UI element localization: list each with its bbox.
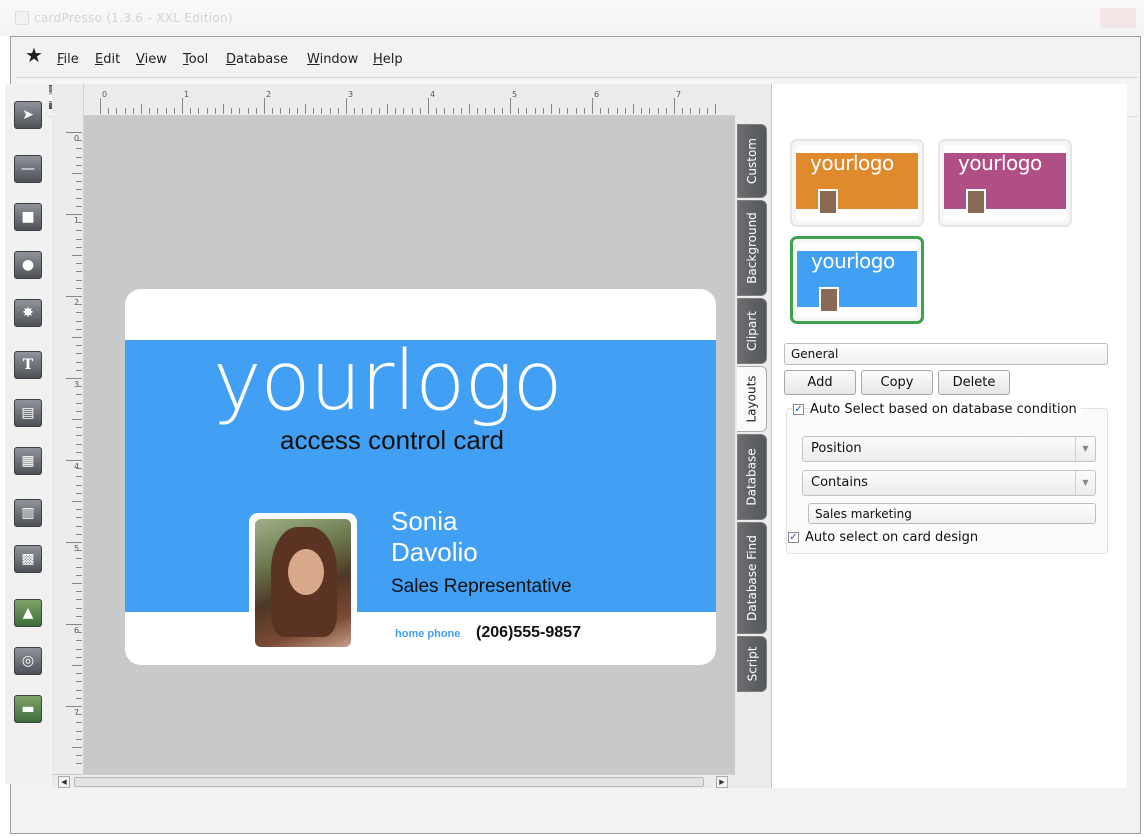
menu-bar: ★ File Edit View Tool Database Window He…: [11, 43, 1140, 71]
chevron-down-icon: ▼: [1075, 437, 1095, 461]
menu-tool[interactable]: Tool: [183, 52, 208, 67]
ruler-label: 2: [74, 298, 80, 307]
card-phone-value[interactable]: (206)555-9857: [476, 624, 581, 642]
menu-help[interactable]: Help: [373, 52, 403, 67]
scroll-right-button[interactable]: ▶: [716, 776, 728, 788]
ruler-label: 5: [512, 90, 518, 99]
ellipse-icon[interactable]: ●: [13, 250, 43, 280]
card-first-name[interactable]: Sonia: [391, 506, 458, 537]
delete-button[interactable]: Delete: [938, 370, 1010, 395]
line-icon[interactable]: —: [13, 154, 43, 184]
horizontal-ruler: mm 01234567: [52, 84, 735, 116]
ruler-label: 0: [102, 90, 108, 99]
ruler-label: 3: [74, 380, 80, 389]
auto-select-db-label: Auto Select based on database condition: [810, 402, 1081, 417]
tab-database-find[interactable]: Database Find: [737, 522, 767, 634]
layout-thumbnail-blue[interactable]: yourlogo: [790, 236, 924, 324]
close-window-button[interactable]: [1100, 8, 1136, 28]
ruler-label: 6: [74, 626, 80, 635]
app-icon: [15, 11, 29, 25]
scroll-left-button[interactable]: ◀: [58, 776, 70, 788]
vertical-ruler: 0 1 2 3 4 5 6 7: [52, 84, 84, 774]
horizontal-scrollbar[interactable]: ◀ ▶: [52, 774, 735, 788]
card-logo[interactable]: yourlogo: [213, 334, 563, 429]
menu-edit[interactable]: Edit: [95, 52, 120, 67]
tab-script[interactable]: Script: [737, 636, 767, 692]
auto-select-db-checkbox[interactable]: ✓: [793, 404, 804, 415]
card-phone-label[interactable]: home phone: [395, 628, 460, 640]
design-canvas[interactable]: mm 01234567 01234567 yourlogo access con…: [52, 84, 735, 774]
text-icon[interactable]: T: [13, 350, 43, 380]
star-shape-icon[interactable]: ✸: [13, 298, 43, 328]
tab-custom[interactable]: Custom: [737, 124, 767, 198]
image-icon[interactable]: ▬: [13, 694, 43, 724]
rectangle-icon[interactable]: ■: [13, 202, 43, 232]
menu-database[interactable]: Database: [226, 52, 288, 67]
tools-panel: ➤ — ■ ● ✸ T ▤ ▦ ▥ ▩ ▲ ◎ ▬: [5, 84, 49, 784]
calendar-icon[interactable]: ▦: [13, 446, 43, 476]
ruler-label: 1: [184, 90, 190, 99]
ruler-label: 4: [430, 90, 436, 99]
star-icon[interactable]: ★: [25, 43, 43, 67]
ruler-label: 1: [74, 216, 80, 225]
add-button[interactable]: Add: [784, 370, 856, 395]
camera-icon[interactable]: ◎: [13, 646, 43, 676]
tab-clipart[interactable]: Clipart: [737, 298, 767, 364]
side-tabs: Custom Background Clipart Layouts Databa…: [735, 84, 771, 788]
ruler-label: 6: [594, 90, 600, 99]
layout-thumbnail-purple[interactable]: yourlogo: [938, 139, 1072, 227]
scroll-thumb[interactable]: [74, 777, 704, 787]
condition-combo[interactable]: Contains ▼: [802, 470, 1096, 496]
condition-value-field[interactable]: Sales marketing: [808, 503, 1096, 524]
chevron-down-icon: ▼: [1075, 471, 1095, 495]
barcode-icon[interactable]: ▤: [13, 398, 43, 428]
id-card[interactable]: yourlogo access control card Sonia Davol…: [125, 289, 716, 665]
copy-button[interactable]: Copy: [861, 370, 933, 395]
ruler-label: 7: [74, 708, 80, 717]
picture-icon[interactable]: ▲: [13, 598, 43, 628]
card-photo[interactable]: [249, 513, 357, 653]
book-icon[interactable]: ▥: [13, 498, 43, 528]
layouts-panel: yourlogo yourlogo yourlogo General Add C…: [771, 84, 1127, 788]
card-subtitle[interactable]: access control card: [280, 425, 504, 456]
ruler-label: 5: [74, 544, 80, 553]
auto-select-design-label: Auto select on card design: [805, 530, 979, 545]
pointer-icon[interactable]: ➤: [13, 100, 43, 130]
qr-code-icon[interactable]: ▩: [13, 544, 43, 574]
tab-layouts[interactable]: Layouts: [737, 366, 767, 432]
ruler-label: 0: [74, 134, 80, 143]
menu-file[interactable]: File: [57, 52, 79, 67]
tab-database[interactable]: Database: [737, 434, 767, 520]
tab-background[interactable]: Background: [737, 200, 767, 296]
card-last-name[interactable]: Davolio: [391, 537, 478, 568]
ruler-label: 3: [348, 90, 354, 99]
menu-view[interactable]: View: [136, 52, 167, 67]
ruler-label: 7: [676, 90, 682, 99]
ruler-label: 4: [74, 462, 80, 471]
menu-window[interactable]: Window: [307, 52, 358, 67]
layout-group-field[interactable]: General: [784, 343, 1108, 365]
auto-select-design-checkbox[interactable]: ✓: [788, 532, 799, 543]
card-position[interactable]: Sales Representative: [391, 576, 572, 598]
title-bar: cardPresso (1.3.6 - XXL Edition): [0, 0, 1144, 36]
field-combo[interactable]: Position ▼: [802, 436, 1096, 462]
layout-thumbnail-orange[interactable]: yourlogo: [790, 139, 924, 227]
ruler-label: 2: [266, 90, 272, 99]
window-title: cardPresso (1.3.6 - XXL Edition): [34, 11, 233, 25]
